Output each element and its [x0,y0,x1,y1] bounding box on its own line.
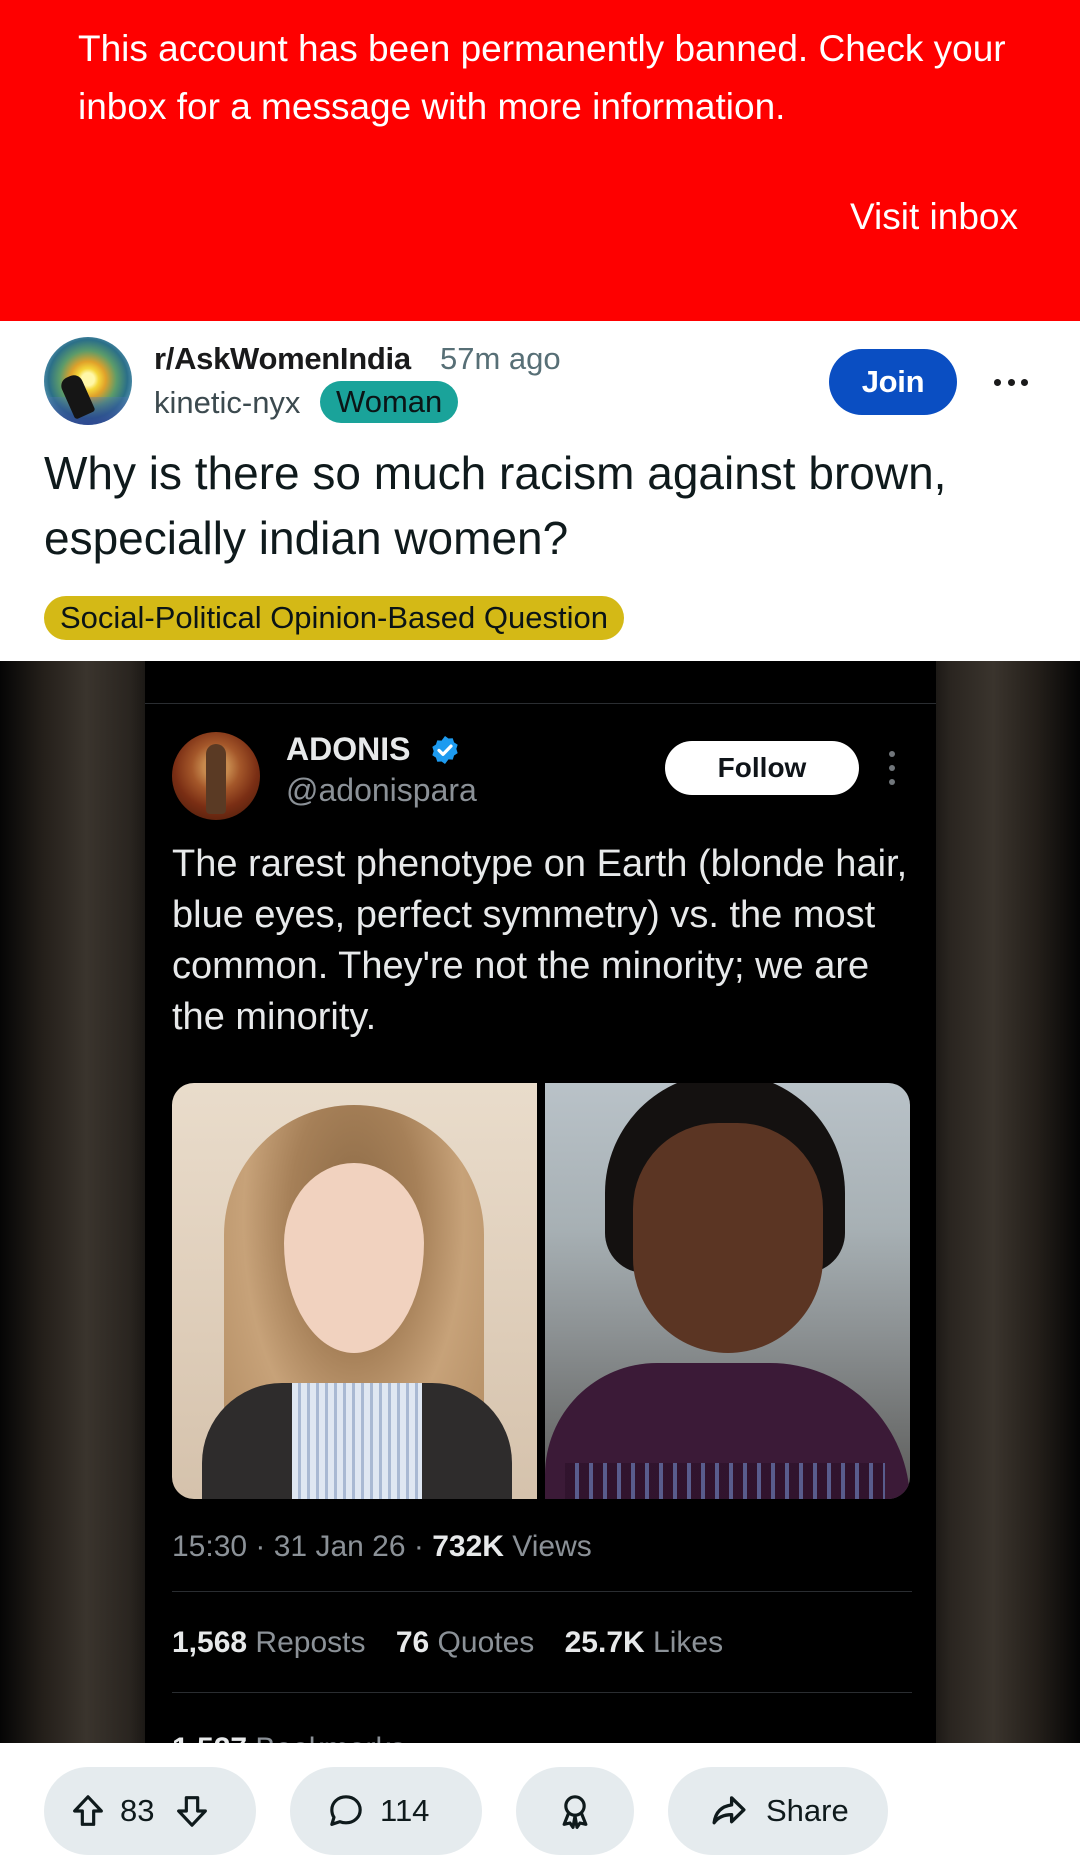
tweet-meta: 15:30 · 31 Jan 26 · 732K Views [172,1530,592,1563]
post-title[interactable]: Why is there so much racism against brow… [44,441,1044,571]
more-options-icon[interactable] [988,359,1034,405]
avatar-statue [206,744,226,814]
face [633,1123,823,1353]
bookmarks-count: 1,527 [172,1732,247,1743]
post-action-bar: 83 114 Share [0,1743,1080,1856]
divider [172,1591,912,1592]
likes-count: 25.7K [564,1626,645,1659]
share-label: Share [766,1793,849,1828]
comment-count: 114 [380,1793,430,1828]
join-button[interactable]: Join [829,349,957,415]
comment-bubble-icon [330,1795,362,1826]
post-image[interactable]: ADONIS @adonispara Follow The rarest phe… [0,661,1080,1743]
vote-pill: 83 [44,1767,256,1855]
quotes-count: 76 [395,1626,430,1659]
likes-label: Likes [653,1626,724,1659]
post-age: 57m ago [440,341,561,376]
tweet-display-name: ADONIS [286,731,411,767]
share-arrow-icon [712,1796,746,1825]
tweet-photo-blonde-woman [172,1083,537,1499]
follow-button: Follow [665,741,859,795]
tweet-views-count: 732K [432,1530,504,1563]
vote-count: 83 [120,1793,155,1828]
reposts-stat: 1,568 Reposts [172,1626,365,1659]
divider [172,1692,912,1693]
visit-inbox-button[interactable]: Visit inbox [850,194,1018,240]
award-button[interactable] [516,1767,634,1855]
divider [145,703,936,704]
tweet-more-icon [885,751,899,785]
author-name[interactable]: kinetic-nyx [154,383,300,423]
ban-message: This account has been permanently banned… [78,28,1006,127]
tweet-card: ADONIS @adonispara Follow The rarest phe… [145,661,936,1743]
tweet-avatar [172,732,260,820]
post-header: r/AskWomenIndia 57m ago kinetic-nyx Woma… [0,321,1080,661]
ban-banner: This account has been permanently banned… [0,0,1080,321]
tweet-photo-indian-woman [545,1083,910,1499]
tweet-views-label: Views [512,1530,592,1563]
downvote-arrow-icon[interactable] [172,1791,212,1831]
reposts-count: 1,568 [172,1626,248,1659]
upvote-arrow-icon[interactable] [68,1791,108,1831]
bookmarks-label: Bookmarks [255,1732,405,1743]
share-button[interactable]: Share [668,1767,888,1855]
quotes-stat: 76 Quotes [396,1626,534,1659]
tweet-text: The rarest phenotype on Earth (blonde ha… [172,843,908,1038]
tweet-handle: @adonispara [286,772,477,808]
quotes-label: Quotes [437,1626,535,1659]
tweet-date: 31 Jan 26 [273,1530,406,1563]
verified-badge-icon [432,736,458,764]
comments-button[interactable]: 114 [290,1767,482,1855]
reposts-label: Reposts [255,1626,366,1659]
subreddit-avatar[interactable] [44,337,132,425]
post-flair[interactable]: Social-Political Opinion-Based Question [44,596,624,640]
shirt-collar [292,1383,422,1499]
likes-stat: 25.7K Likes [565,1626,723,1659]
bookmarks-stat: 1,527 Bookmarks [172,1729,405,1743]
tweet-time: 15:30 [172,1530,248,1563]
scarf [545,1363,910,1499]
user-flair: Woman [320,381,459,423]
award-icon [562,1795,588,1829]
tweet-stats: 1,568 Reposts 76 Quotes 25.7K Likes [172,1623,745,1663]
subreddit-name[interactable]: r/AskWomenIndia [154,339,411,379]
